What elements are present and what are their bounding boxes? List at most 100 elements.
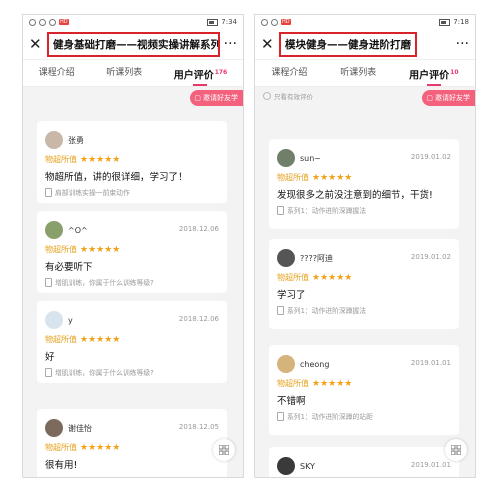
review-text: 很有用! [45, 460, 78, 471]
tab-bar: 课程介绍 听课列表 用户评价10 [255, 60, 475, 87]
notification-icon [271, 18, 278, 26]
avatar [45, 131, 63, 149]
reviewer-name: ????阿迪 [300, 253, 333, 263]
course-reference: 系列1：动作进阶深蹲握法 [277, 305, 366, 315]
review-text: 物超所值，讲的很详细，学习了！ [45, 172, 188, 183]
course-name: 增肌训练，你属于什么训练等级? [55, 369, 154, 377]
grid-icon [219, 445, 229, 455]
right-phone-screen: HD 7:18 ✕ 模块健身——健身进阶打磨 ··· 课程介绍 听课列表 用户评… [254, 14, 476, 478]
reviewer-name: y [68, 315, 73, 325]
review-date: 2019.01.01 [410, 359, 451, 367]
hd-badge-icon: HD [281, 19, 291, 25]
page-title: 健身基础打磨——视频实操讲解系列 [47, 31, 220, 57]
review-text: 发现很多之前没注意到的细节，干货! [277, 190, 433, 201]
document-icon [277, 205, 284, 215]
review-card: SKY 2019.01.01 [269, 447, 459, 477]
course-reference: 系列1：动作进阶深蹲握法 [277, 205, 366, 215]
reviewer-name: sun~ [300, 153, 322, 163]
status-time: 7:18 [453, 18, 469, 26]
more-icon[interactable]: ··· [456, 36, 469, 52]
status-time: 7:34 [221, 18, 237, 26]
avatar [277, 355, 295, 373]
invite-icon: ▢ [426, 94, 433, 102]
tab-label: 用户评价 [409, 70, 450, 82]
review-date: 2019.01.01 [410, 461, 451, 469]
review-card: 张勇 物超所值 ★★★★★ 物超所值，讲的很详细，学习了！ 肩部训练实操一前束动作 [37, 121, 227, 203]
notification-icons: HD [29, 18, 69, 26]
tab-user-reviews[interactable]: 用户评价10 [407, 60, 460, 86]
reviewer-name: SKY [300, 461, 315, 471]
invite-label: 邀请好友学 [203, 94, 238, 102]
document-icon [45, 277, 52, 287]
notification-icon [49, 18, 56, 26]
invite-friends-button[interactable]: ▢ 邀请好友学 [422, 90, 475, 106]
notification-icon [261, 18, 268, 26]
notification-icons: HD [261, 18, 291, 26]
rating-label: 物超所值 [45, 155, 77, 164]
tab-course-intro[interactable]: 课程介绍 [37, 60, 77, 86]
document-icon [45, 367, 52, 377]
page-title: 模块健身——健身进阶打磨 [279, 31, 417, 57]
close-icon[interactable]: ✕ [261, 35, 275, 53]
review-text: 好 [45, 352, 55, 363]
star-rating: ★★★★★ [312, 272, 353, 283]
document-icon [277, 411, 284, 421]
review-card: y 2018.12.06 物超所值 ★★★★★ 好 增肌训练，你属于什么训练等级? [37, 301, 227, 383]
tab-lesson-list[interactable]: 听课列表 [338, 60, 378, 86]
sub-bar: ▢ 邀请好友学 [23, 87, 243, 106]
course-name: 肩部训练实操一前束动作 [55, 189, 130, 197]
review-card: 谢佳怡 2018.12.05 物超所值 ★★★★★ 很有用! [37, 409, 227, 477]
notification-icon [29, 18, 36, 26]
battery-icon [207, 18, 219, 26]
avatar [45, 419, 63, 437]
star-rating: ★★★★★ [312, 378, 353, 389]
avatar [277, 149, 295, 167]
course-reference: 系列1：动作进阶深蹲的站距 [277, 411, 373, 421]
review-count-badge: 10 [450, 69, 459, 76]
star-rating: ★★★★★ [80, 442, 121, 453]
title-bar: ✕ 模块健身——健身进阶打磨 ··· [255, 29, 475, 60]
invite-friends-button[interactable]: ▢ 邀请好友学 [190, 90, 243, 106]
radio-icon[interactable] [263, 92, 271, 100]
avatar [277, 457, 295, 475]
reviewer-name: 张勇 [68, 135, 84, 145]
tab-course-intro[interactable]: 课程介绍 [269, 60, 309, 86]
invite-label: 邀请好友学 [435, 94, 470, 102]
review-text: 学习了 [277, 290, 306, 301]
review-card: cheong 2019.01.01 物超所值 ★★★★★ 不错啊 系列1：动作进阶… [269, 345, 459, 435]
document-icon [277, 305, 284, 315]
review-date: 2019.01.02 [410, 253, 451, 261]
status-bar: HD 7:34 [23, 15, 243, 29]
invite-icon: ▢ [194, 94, 201, 102]
grid-menu-button[interactable] [213, 439, 235, 461]
star-rating: ★★★★★ [80, 244, 121, 255]
close-icon[interactable]: ✕ [29, 35, 43, 53]
avatar [45, 311, 63, 329]
review-date: 2018.12.06 [178, 315, 219, 323]
valid-reviews-filter[interactable]: 只看有效评价 [263, 91, 313, 101]
status-bar: HD 7:18 [255, 15, 475, 29]
filter-label: 只看有效评价 [274, 93, 313, 101]
review-card: ????阿迪 2019.01.02 物超所值 ★★★★★ 学习了 系列1：动作进阶… [269, 239, 459, 329]
review-date: 2018.12.06 [178, 225, 219, 233]
tab-label: 用户评价 [173, 70, 214, 82]
grid-icon [451, 445, 461, 455]
rating-label: 物超所值 [277, 379, 309, 388]
tab-lesson-list[interactable]: 听课列表 [104, 60, 144, 86]
review-card: ^O^ 2018.12.06 物超所值 ★★★★★ 有必要听下 增肌训练，你属于什… [37, 211, 227, 293]
reviewer-name: cheong [300, 359, 330, 369]
course-name: 系列1：动作进阶深蹲握法 [287, 207, 367, 215]
notification-icon [39, 18, 46, 26]
review-text: 不错啊 [277, 396, 306, 407]
grid-menu-button[interactable] [445, 439, 467, 461]
document-icon [45, 187, 52, 197]
title-bar: ✕ 健身基础打磨——视频实操讲解系列 ··· [23, 29, 243, 60]
hd-badge-icon: HD [59, 19, 69, 25]
course-name: 增肌训练，你属于什么训练等级? [55, 279, 154, 287]
sub-bar: 只看有效评价 ▢ 邀请好友学 [255, 87, 475, 106]
avatar [45, 221, 63, 239]
more-icon[interactable]: ··· [224, 36, 237, 52]
course-reference: 肩部训练实操一前束动作 [45, 187, 130, 197]
course-reference: 增肌训练，你属于什么训练等级? [45, 277, 154, 287]
tab-user-reviews[interactable]: 用户评价176 [172, 60, 230, 86]
